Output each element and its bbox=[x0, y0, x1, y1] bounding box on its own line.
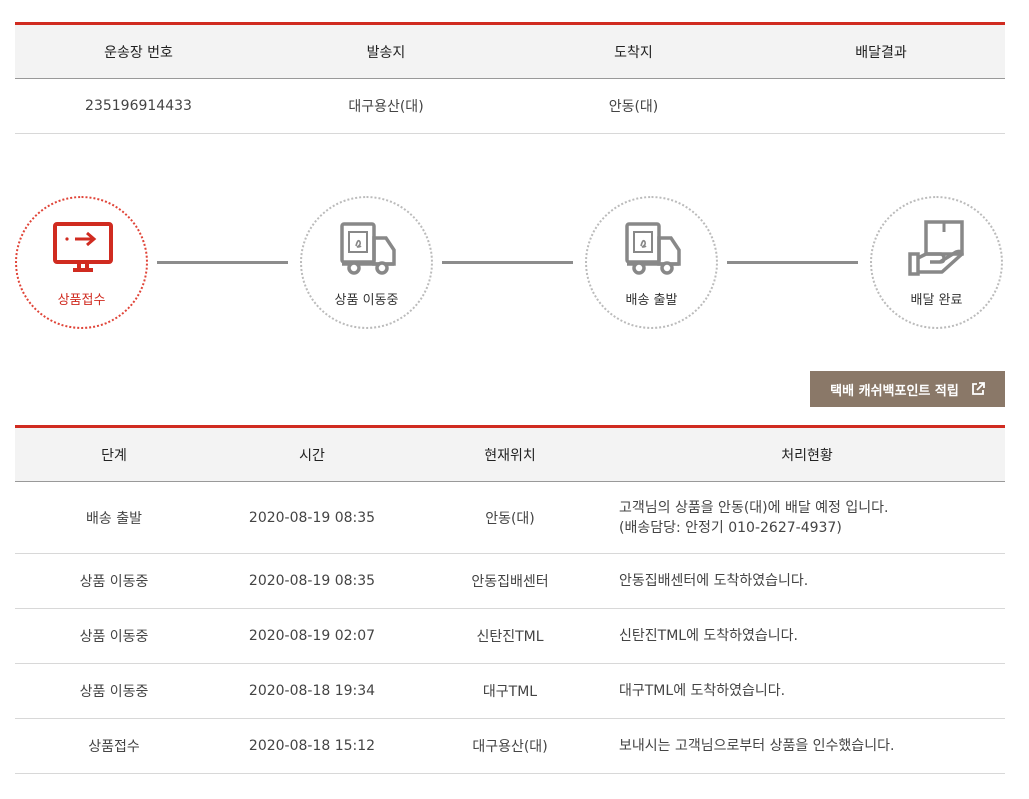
tracking-header-row: 단계 시간 현재위치 처리현황 bbox=[15, 426, 1005, 482]
step-connector bbox=[727, 261, 858, 264]
table-row: 배송 출발 2020-08-19 08:35 안동(대) 고객님의 상품을 안동… bbox=[15, 481, 1005, 554]
step-delivered: 배달 완료 bbox=[870, 196, 1003, 329]
location-cell: 신탄진TML bbox=[411, 608, 609, 664]
tracking-history-table: 단계 시간 현재위치 처리현황 배송 출발 2020-08-19 08:35 안… bbox=[15, 425, 1005, 774]
cashback-button-label: 택배 캐쉬백포인트 적립 bbox=[830, 383, 959, 399]
location-cell: 대구TML bbox=[411, 663, 609, 719]
time-cell: 2020-08-19 08:35 bbox=[213, 481, 411, 554]
shipment-header-row: 운송장 번호 발송지 도착지 배달결과 bbox=[15, 23, 1005, 79]
step-received: 상품접수 bbox=[15, 196, 148, 329]
header-time: 시간 bbox=[213, 426, 411, 482]
location-cell: 대구용산(대) bbox=[411, 718, 609, 774]
courier-info: (배송담당: 안정기 010-2627-4937) bbox=[619, 519, 842, 536]
header-waybill-number: 운송장 번호 bbox=[15, 23, 262, 79]
header-destination: 도착지 bbox=[510, 23, 757, 79]
truck-icon bbox=[338, 220, 398, 280]
shipment-info-table: 운송장 번호 발송지 도착지 배달결과 235196914433 대구용산(대)… bbox=[15, 22, 1005, 134]
stage-cell: 상품 이동중 bbox=[15, 608, 213, 664]
step-connector bbox=[442, 261, 573, 264]
delivery-result bbox=[757, 78, 1005, 134]
waybill-number: 235196914433 bbox=[15, 78, 262, 134]
external-link-icon bbox=[971, 382, 985, 396]
step-out-for-delivery: 배송 출발 bbox=[585, 196, 718, 329]
status-cell: 신탄진TML에 도착하였습니다. bbox=[609, 608, 1005, 664]
location-cell: 안동집배센터 bbox=[411, 553, 609, 609]
status-cell: 안동집배센터에 도착하였습니다. bbox=[609, 553, 1005, 609]
cashback-point-button[interactable]: 택배 캐쉬백포인트 적립 bbox=[810, 371, 1005, 407]
status-cell: 고객님의 상품을 안동(대)에 배달 예정 입니다. (배송담당: 안정기 01… bbox=[609, 481, 1005, 554]
progress-steps: 상품접수 상품 이동중 배송 출발 배달 완료 bbox=[15, 196, 1005, 330]
status-text: 고객님의 상품을 안동(대)에 배달 예정 입니다. bbox=[619, 499, 889, 516]
time-cell: 2020-08-19 02:07 bbox=[213, 608, 411, 664]
header-location: 현재위치 bbox=[411, 426, 609, 482]
status-cell: 보내시는 고객님으로부터 상품을 인수했습니다. bbox=[609, 718, 1005, 774]
shipment-row: 235196914433 대구용산(대) 안동(대) bbox=[15, 78, 1005, 134]
step-label: 배송 출발 bbox=[625, 293, 678, 308]
table-row: 상품 이동중 2020-08-19 02:07 신탄진TML 신탄진TML에 도… bbox=[15, 608, 1005, 664]
step-in-transit: 상품 이동중 bbox=[300, 196, 433, 329]
step-label: 배달 완료 bbox=[910, 293, 963, 308]
stage-cell: 상품 이동중 bbox=[15, 553, 213, 609]
table-row: 상품 이동중 2020-08-19 08:35 안동집배센터 안동집배센터에 도… bbox=[15, 553, 1005, 609]
time-cell: 2020-08-18 15:12 bbox=[213, 718, 411, 774]
monitor-arrow-icon bbox=[53, 220, 113, 280]
header-stage: 단계 bbox=[15, 426, 213, 482]
truck-icon bbox=[623, 220, 683, 280]
status-cell: 대구TML에 도착하였습니다. bbox=[609, 663, 1005, 719]
header-status: 처리현황 bbox=[609, 426, 1005, 482]
header-delivery-result: 배달결과 bbox=[757, 23, 1005, 79]
step-label: 상품 이동중 bbox=[334, 293, 399, 308]
header-origin: 발송지 bbox=[262, 23, 510, 79]
stage-cell: 상품 이동중 bbox=[15, 663, 213, 719]
step-label: 상품접수 bbox=[57, 293, 106, 308]
table-row: 상품 이동중 2020-08-18 19:34 대구TML 대구TML에 도착하… bbox=[15, 663, 1005, 719]
time-cell: 2020-08-19 08:35 bbox=[213, 553, 411, 609]
stage-cell: 상품접수 bbox=[15, 718, 213, 774]
step-connector bbox=[157, 261, 288, 264]
destination: 안동(대) bbox=[510, 78, 757, 134]
stage-cell: 배송 출발 bbox=[15, 481, 213, 554]
table-row: 상품접수 2020-08-18 15:12 대구용산(대) 보내시는 고객님으로… bbox=[15, 718, 1005, 774]
origin: 대구용산(대) bbox=[262, 78, 510, 134]
time-cell: 2020-08-18 19:34 bbox=[213, 663, 411, 719]
location-cell: 안동(대) bbox=[411, 481, 609, 554]
hand-box-icon bbox=[908, 220, 968, 280]
